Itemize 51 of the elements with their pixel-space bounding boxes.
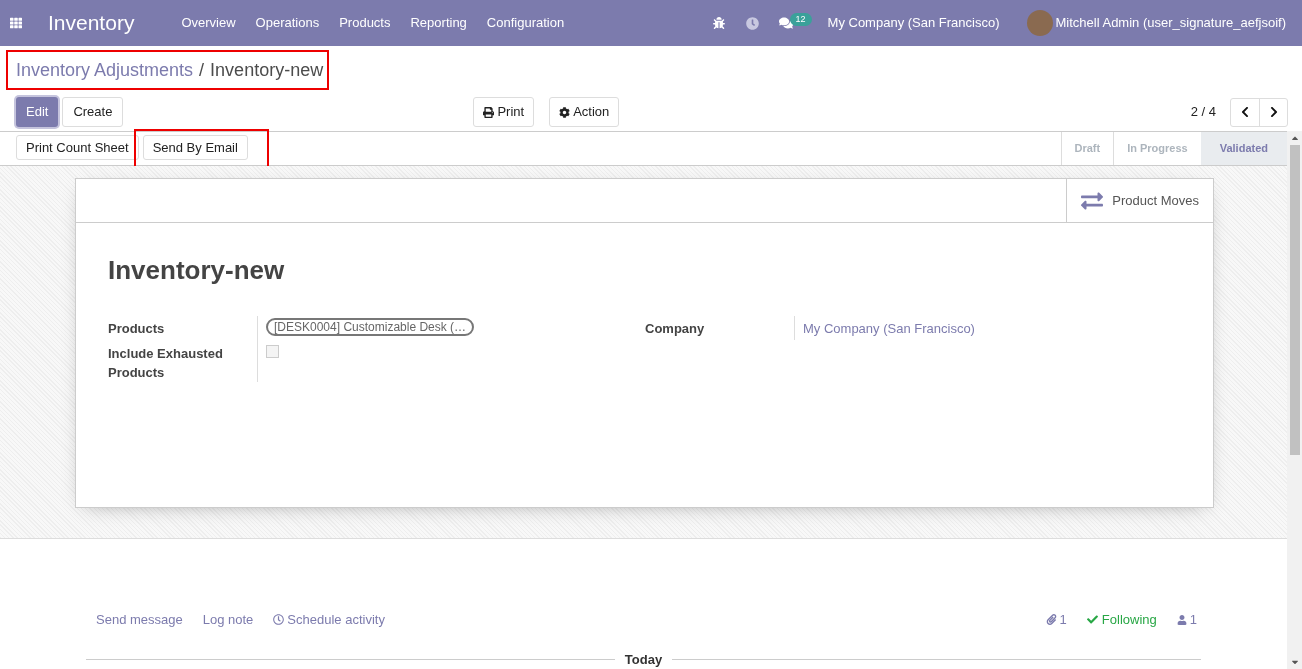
paperclip-icon (1045, 614, 1057, 626)
breadcrumb-current: Inventory-new (210, 58, 324, 82)
field-label: Company (645, 320, 706, 338)
chatter-action[interactable]: Schedule activity (273, 610, 385, 630)
user-avatar (1026, 10, 1053, 36)
scrollbar-thumb[interactable] (1289, 145, 1300, 455)
record-title: Inventory-new (108, 254, 286, 287)
bug-icon[interactable] (712, 17, 725, 29)
clock-icon (273, 614, 285, 626)
header-button[interactable]: Send By Email (142, 135, 248, 160)
nav-menu-item[interactable]: Reporting (410, 13, 467, 33)
message-count-badge: 12 (789, 12, 812, 26)
status-stage[interactable]: Validated (1200, 132, 1287, 165)
company-link[interactable]: My Company (San Francisco) (795, 319, 975, 382)
pager-value: 2 / 4 (1190, 103, 1216, 122)
followers-button[interactable]: 1 (1176, 610, 1197, 630)
toolbar-button[interactable]: Create (62, 97, 124, 127)
nav-menu-item[interactable]: Products (339, 13, 391, 33)
chatter-action[interactable]: Log note (202, 610, 254, 630)
chat-icon[interactable] (778, 16, 793, 30)
smart-button[interactable]: Product Moves (1066, 179, 1213, 222)
nav-menu-item[interactable]: Configuration (486, 13, 565, 33)
following-button[interactable]: Following (1086, 610, 1157, 630)
settings-icon (559, 106, 571, 118)
check-icon (1086, 614, 1098, 626)
app-title: Inventory (48, 10, 135, 37)
user-icon (1176, 614, 1187, 625)
breadcrumb-separator: / (199, 58, 205, 82)
exchange-icon (1081, 189, 1104, 212)
field-label: Products (108, 320, 166, 338)
field-label: Include Exhausted Products (108, 345, 224, 382)
date-divider: Today (623, 650, 664, 669)
company-switcher[interactable]: My Company (San Francisco) (827, 13, 1000, 33)
apps-menu-icon[interactable] (10, 17, 22, 29)
clock-icon[interactable] (745, 16, 759, 30)
attachments-button[interactable]: 1 (1045, 610, 1067, 630)
dropdown-button[interactable]: Action (549, 97, 620, 127)
chevron-left-icon (1239, 106, 1251, 118)
checkbox[interactable] (266, 345, 279, 358)
toolbar-button[interactable]: Edit (16, 97, 59, 127)
breadcrumb-link[interactable]: Inventory Adjustments (16, 56, 194, 84)
chatter-action[interactable]: Send message (96, 610, 183, 630)
dropdown-button[interactable]: Print (473, 97, 535, 127)
nav-menu-item[interactable]: Overview (181, 13, 236, 33)
status-stage[interactable]: Draft (1060, 132, 1114, 165)
nav-menu-item[interactable]: Operations (255, 13, 320, 33)
user-menu[interactable]: Mitchell Admin (user_signature_aefjsoif) (1055, 13, 1286, 33)
printer-icon (483, 106, 495, 118)
product-tag[interactable]: [DESK0004] Customizable Desk (… (266, 318, 475, 336)
header-button[interactable]: Print Count Sheet (16, 135, 139, 160)
status-stage[interactable]: In Progress (1113, 132, 1201, 165)
